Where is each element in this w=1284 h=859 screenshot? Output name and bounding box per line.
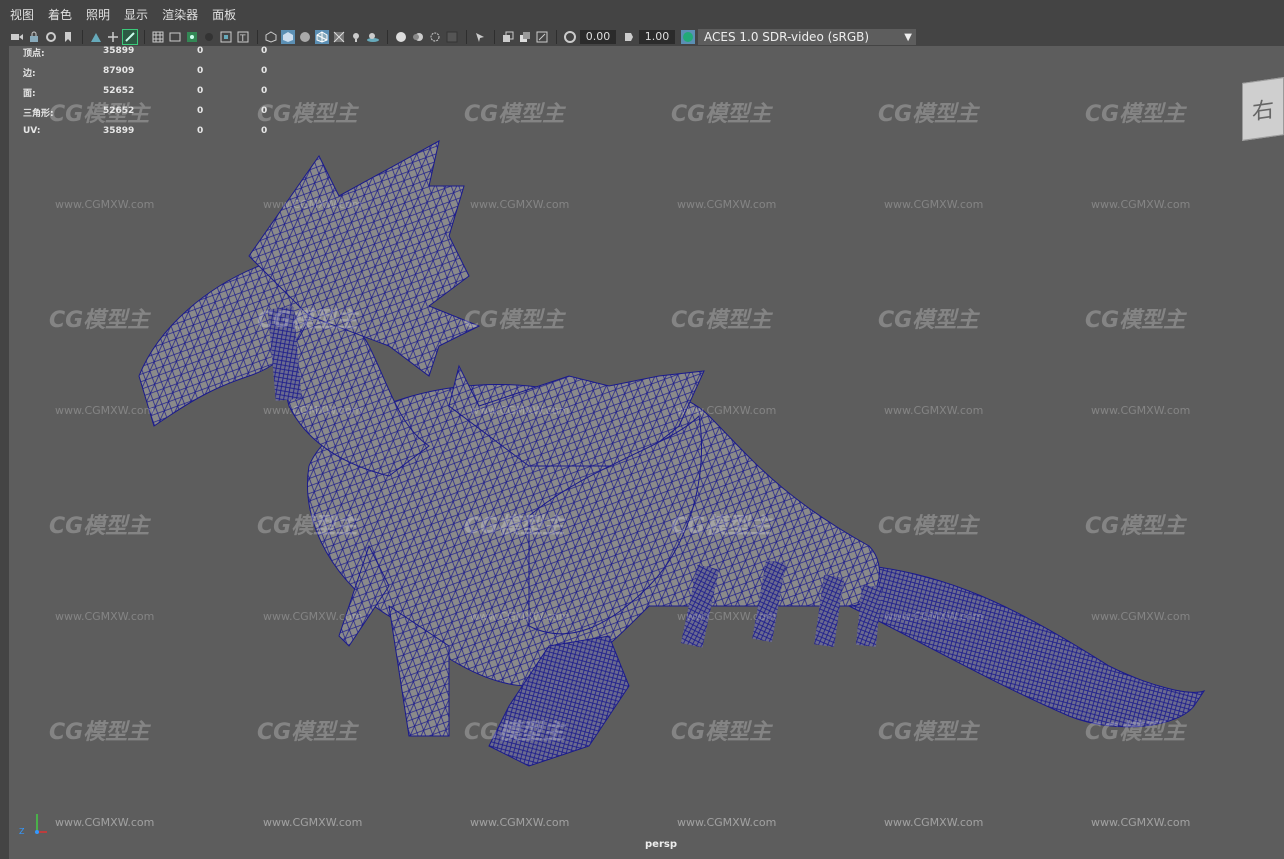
toolbar-separator <box>82 30 83 44</box>
gamma-icon[interactable] <box>622 30 636 44</box>
light-icon[interactable] <box>349 30 363 44</box>
hud-label: 顶点: <box>23 49 45 59</box>
camera-name-label: persp <box>645 839 677 850</box>
toolbar-separator <box>144 30 145 44</box>
shadow-icon[interactable] <box>366 30 380 44</box>
menu-shading[interactable]: 着色 <box>48 6 72 23</box>
colorspace-dropdown[interactable]: ACES 1.0 SDR-video (sRGB) ▼ <box>698 29 916 45</box>
hud-value: 0 <box>197 46 204 56</box>
hud-label: UV: <box>23 126 41 136</box>
resolution-gate-icon[interactable] <box>185 30 199 44</box>
smooth-shade-icon[interactable] <box>281 30 295 44</box>
hud-value: 0 <box>197 106 204 116</box>
exposure-field[interactable]: 0.00 <box>580 30 616 44</box>
hud-label: 三角形: <box>23 109 54 119</box>
hud-label: 面: <box>23 89 36 99</box>
viewcube[interactable]: 右 <box>1242 77 1284 141</box>
lock-camera-icon[interactable] <box>27 30 41 44</box>
default-material-icon[interactable] <box>298 30 312 44</box>
hud-row-faces: 面: 52652 0 0 <box>23 86 283 106</box>
hud-value: 35899 <box>103 46 135 56</box>
viewcube-face-label: 右 <box>1251 97 1274 126</box>
hud-row-uvs: UV: 35899 0 0 <box>23 126 283 146</box>
field-chart-icon[interactable] <box>219 30 233 44</box>
wireframe-on-shaded-icon[interactable] <box>315 30 329 44</box>
menu-view[interactable]: 视图 <box>10 6 34 23</box>
axis-z-label: Z <box>19 827 25 836</box>
gate-mask-icon[interactable] <box>202 30 216 44</box>
hud-value: 35899 <box>103 126 135 136</box>
toolbar-separator <box>556 30 557 44</box>
hud-row-triangles: 三角形: 52652 0 0 <box>23 106 283 126</box>
ambient-occlusion-icon[interactable] <box>394 30 408 44</box>
hud-value: 0 <box>261 86 268 96</box>
bookmark-icon[interactable] <box>61 30 75 44</box>
xray-icon[interactable] <box>332 30 346 44</box>
anti-aliasing-icon[interactable] <box>428 30 442 44</box>
film-gate-icon[interactable] <box>168 30 182 44</box>
hud-value: 0 <box>261 126 268 136</box>
wireframe-icon[interactable] <box>264 30 278 44</box>
menu-renderer[interactable]: 渲染器 <box>162 6 198 23</box>
toolbar-separator <box>387 30 388 44</box>
poly-count-hud: 顶点: 35899 0 0 边: 87909 0 0 面: 52652 0 0 … <box>23 46 283 146</box>
hud-value: 52652 <box>103 106 135 116</box>
depth-of-field-icon[interactable] <box>445 30 459 44</box>
hud-row-edges: 边: 87909 0 0 <box>23 66 283 86</box>
hud-value: 0 <box>197 86 204 96</box>
menu-show[interactable]: 显示 <box>124 6 148 23</box>
exposure-icon[interactable] <box>563 30 577 44</box>
axis-gizmo: Z <box>13 808 53 842</box>
grease-pencil-icon[interactable] <box>122 29 138 45</box>
color-management-toggle-icon[interactable] <box>681 30 695 44</box>
toolbar-separator <box>257 30 258 44</box>
hud-value: 0 <box>197 126 204 136</box>
viewport-toolbar: T 0.00 1.00 ACES 1.0 SDR-video (sRGB) ▼ <box>0 28 1284 46</box>
dragon-wireframe-mesh[interactable] <box>9 46 1284 859</box>
menu-lighting[interactable]: 照明 <box>86 6 110 23</box>
hud-value: 0 <box>261 46 268 56</box>
texture-icon[interactable] <box>518 30 532 44</box>
camera-attributes-icon[interactable] <box>44 30 58 44</box>
exposure-reset-icon[interactable] <box>535 30 549 44</box>
safe-action-icon[interactable]: T <box>236 30 250 44</box>
motion-blur-icon[interactable] <box>411 30 425 44</box>
chevron-down-icon: ▼ <box>904 32 912 43</box>
tail-mesh <box>848 565 1206 728</box>
svg-text:T: T <box>239 34 246 43</box>
hud-value: 0 <box>197 66 204 76</box>
grid-icon[interactable] <box>151 30 165 44</box>
menu-panels[interactable]: 面板 <box>212 6 236 23</box>
hud-value: 0 <box>261 66 268 76</box>
multisample-icon[interactable] <box>501 30 515 44</box>
image-plane-icon[interactable] <box>89 30 103 44</box>
hud-label: 边: <box>23 69 36 79</box>
colorspace-value: ACES 1.0 SDR-video (sRGB) <box>704 30 870 44</box>
viewport-3d[interactable]: 顶点: 35899 0 0 边: 87909 0 0 面: 52652 0 0 … <box>9 46 1284 859</box>
isolate-select-icon[interactable] <box>473 30 487 44</box>
camera-icon[interactable] <box>10 30 24 44</box>
two-d-pan-icon[interactable] <box>106 30 120 44</box>
hud-value: 52652 <box>103 86 135 96</box>
toolbar-separator <box>466 30 467 44</box>
hud-value: 0 <box>261 106 268 116</box>
gamma-field[interactable]: 1.00 <box>639 30 675 44</box>
toolbar-separator <box>494 30 495 44</box>
menubar: 视图 着色 照明 显示 渲染器 面板 <box>0 0 1284 28</box>
hud-row-vertices: 顶点: 35899 0 0 <box>23 46 283 66</box>
hud-value: 87909 <box>103 66 135 76</box>
